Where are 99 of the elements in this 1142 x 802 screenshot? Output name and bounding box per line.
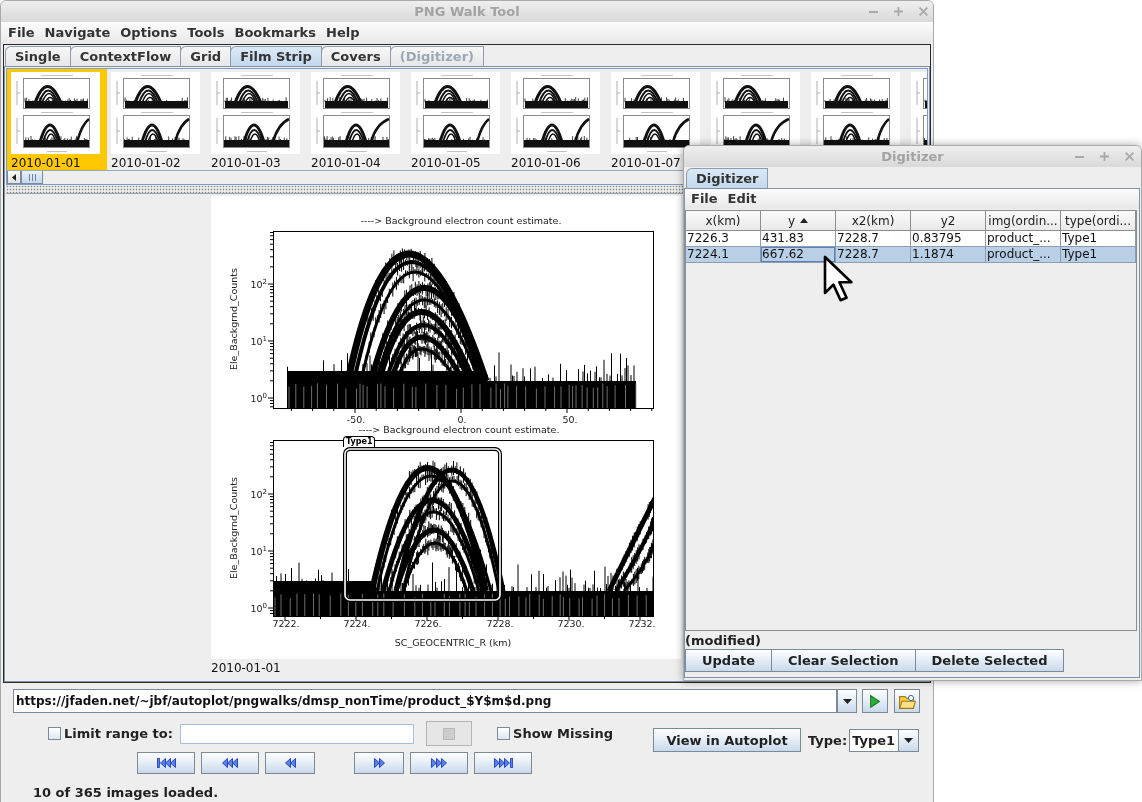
tick-label: 7228. bbox=[486, 618, 514, 629]
menu-item[interactable]: Options bbox=[115, 23, 183, 43]
axis-label: Ele_Backgrnd_Counts bbox=[227, 268, 239, 370]
axis-label: Ele_Backgrnd_Counts bbox=[227, 477, 239, 579]
column-header[interactable]: x(km) bbox=[686, 211, 761, 231]
tab[interactable]: Film Strip bbox=[230, 46, 322, 66]
menu-item[interactable]: Help bbox=[321, 23, 365, 43]
tick-label: 7224. bbox=[343, 618, 371, 629]
play-icon bbox=[870, 694, 880, 708]
tick-label: 10$^{0}$ bbox=[250, 602, 267, 614]
first-image-button[interactable] bbox=[137, 752, 195, 774]
plot-title: ----> Background electron count estimate. bbox=[358, 423, 560, 435]
open-folder-button[interactable] bbox=[894, 689, 920, 713]
tick-label: -50. bbox=[346, 414, 366, 425]
tick-label: 10$^{2}$ bbox=[250, 488, 267, 500]
tick-label: 0. bbox=[457, 414, 467, 425]
selection-label: Type1 bbox=[343, 436, 376, 447]
double-left-arrow-icon bbox=[284, 758, 296, 768]
menu-item[interactable]: Tools bbox=[182, 23, 230, 43]
window-title: Digitizer bbox=[881, 149, 944, 164]
action-button[interactable]: Clear Selection bbox=[771, 649, 916, 672]
square-icon bbox=[443, 727, 455, 740]
skip-to-start-icon bbox=[156, 758, 176, 768]
action-button[interactable]: Delete Selected bbox=[914, 649, 1065, 672]
table-cell: 1.1874 bbox=[911, 247, 986, 263]
film-strip-item[interactable]: 2010-01-02 bbox=[107, 69, 207, 170]
film-strip-item[interactable]: 2010-01-01 bbox=[7, 69, 107, 170]
plot-title: ----> Background electron count estimate. bbox=[360, 214, 562, 226]
table-row[interactable]: 7224.1 667.62 7228.7 1.1874 product_... Type1 bbox=[686, 247, 1136, 263]
tick-label: 10$^{1}$ bbox=[250, 335, 267, 347]
checkbox-label: Limit range to: bbox=[64, 726, 173, 741]
tick-label: 10$^{2}$ bbox=[250, 278, 267, 290]
url-field[interactable]: https://jfaden.net/~jbf/autoplot/pngwalks/dmsp_nonTime/product_$Y$m$d.png bbox=[13, 689, 837, 713]
scroll-left-button[interactable] bbox=[7, 171, 21, 184]
table-cell: Type1 bbox=[1061, 247, 1136, 263]
tick-label: 10$^{1}$ bbox=[250, 545, 267, 557]
image-caption: 2010-01-01 bbox=[211, 661, 281, 675]
range-field[interactable] bbox=[179, 723, 414, 744]
folder-icon bbox=[898, 693, 916, 709]
menu-item[interactable]: File bbox=[686, 190, 723, 208]
tab[interactable]: Grid bbox=[180, 46, 232, 66]
sort-ascending-icon bbox=[800, 218, 809, 223]
previous-page-button[interactable] bbox=[201, 752, 259, 774]
tick-label: 50. bbox=[562, 414, 578, 425]
menu-item[interactable]: File bbox=[3, 23, 40, 43]
film-strip-item[interactable]: 2010-01-04 bbox=[307, 69, 407, 170]
tick-label: 7232. bbox=[628, 618, 656, 629]
table-cell: 431.83 bbox=[761, 231, 836, 247]
previous-image-button[interactable] bbox=[265, 752, 315, 774]
menu-item[interactable]: Edit bbox=[722, 190, 762, 208]
status-text: (modified) bbox=[685, 633, 761, 649]
tab[interactable]: Covers bbox=[320, 46, 391, 66]
next-image-button[interactable] bbox=[354, 752, 404, 774]
tick-label: 7226. bbox=[414, 618, 442, 629]
film-strip-item[interactable]: 2010-01-06 bbox=[507, 69, 607, 170]
tab: (Digitizer) bbox=[389, 46, 485, 66]
table-cell: 7228.7 bbox=[836, 247, 911, 263]
double-right-arrow-icon bbox=[373, 758, 385, 768]
type-label: Type: bbox=[808, 732, 848, 748]
checkbox[interactable] bbox=[48, 727, 61, 740]
type-dropdown[interactable]: Type1 bbox=[849, 728, 920, 752]
checkbox-label: Show Missing bbox=[513, 726, 613, 741]
last-image-button[interactable] bbox=[474, 752, 532, 774]
next-page-button[interactable] bbox=[410, 752, 468, 774]
column-header[interactable]: y bbox=[761, 211, 836, 231]
tick-label: 7222. bbox=[272, 618, 300, 629]
caret-icon bbox=[904, 737, 914, 743]
scrollbar-thumb[interactable] bbox=[21, 171, 43, 184]
tab[interactable]: Digitizer bbox=[686, 168, 769, 188]
column-header[interactable]: type(ordi... bbox=[1061, 211, 1136, 231]
play-button[interactable] bbox=[862, 689, 888, 713]
triple-left-arrow-icon bbox=[222, 758, 238, 768]
triple-right-arrow-icon bbox=[431, 758, 447, 768]
film-strip-item[interactable]: 2010-01-03 bbox=[207, 69, 307, 170]
film-strip-item[interactable]: 2010-01-07 bbox=[607, 69, 707, 170]
action-button[interactable]: Update bbox=[685, 649, 772, 672]
status-text: 10 of 365 images loaded. bbox=[32, 785, 220, 801]
menu-item[interactable]: Navigate bbox=[39, 23, 116, 43]
checkbox[interactable] bbox=[497, 727, 510, 740]
column-header[interactable]: img(ordin... bbox=[986, 211, 1061, 231]
tab[interactable]: Single bbox=[5, 46, 71, 66]
tick-label: 10$^{0}$ bbox=[250, 392, 267, 404]
tab[interactable]: ContextFlow bbox=[69, 46, 182, 66]
column-header[interactable]: y2 bbox=[911, 211, 986, 231]
axis-label: SC_GEOCENTRIC_R (km) bbox=[394, 636, 512, 648]
dropdown-button[interactable] bbox=[837, 689, 857, 713]
table-cell: 7224.1 bbox=[686, 247, 761, 263]
table-cell: product_... bbox=[986, 247, 1061, 263]
view-in-autoplot-button[interactable]: View in Autoplot bbox=[653, 728, 801, 752]
skip-to-end-icon bbox=[493, 758, 513, 768]
column-header[interactable]: x2(km) bbox=[836, 211, 911, 231]
film-strip-item[interactable]: 2010-01-05 bbox=[407, 69, 507, 170]
table-cell: 667.62 bbox=[761, 247, 836, 263]
menu-item[interactable]: Bookmarks bbox=[229, 23, 321, 43]
left-triangle-icon bbox=[12, 173, 16, 181]
tick-label: 7230. bbox=[557, 618, 585, 629]
caret-icon bbox=[842, 698, 852, 704]
window-title: PNG Walk Tool bbox=[414, 4, 520, 19]
table-row[interactable]: 7226.3 431.83 7228.7 0.83795 product_... Type1 bbox=[686, 231, 1136, 247]
